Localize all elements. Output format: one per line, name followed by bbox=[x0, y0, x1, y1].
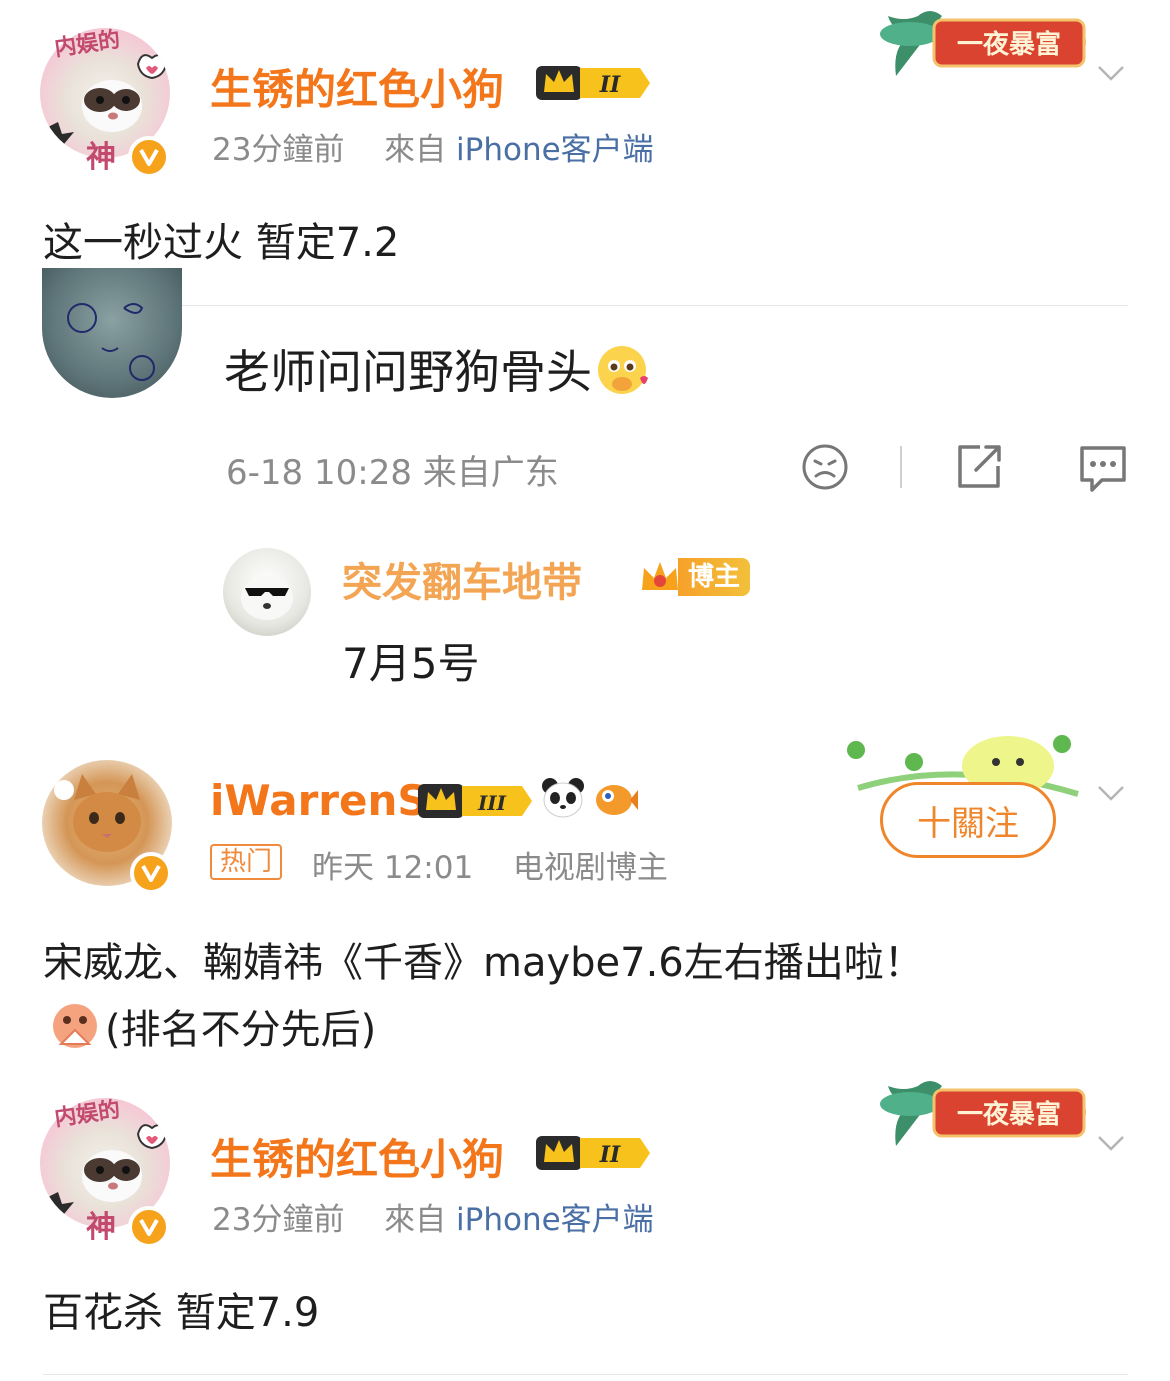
v-badge-icon bbox=[128, 1206, 170, 1248]
source-prefix: 來自 bbox=[384, 1202, 447, 1238]
share-icon[interactable] bbox=[954, 442, 1004, 492]
comment-meta: 6-18 10:28 来自广东 bbox=[226, 453, 559, 493]
blogger-badge-label: 博主 bbox=[678, 558, 751, 596]
avatar-frame-text: 神 bbox=[86, 140, 116, 175]
reply-text: 7月5号 bbox=[342, 639, 480, 688]
post-text-line1: 宋威龙、鞠婧祎《千香》maybe7.6左右播出啦！ bbox=[43, 940, 924, 986]
username[interactable]: iWarrenS bbox=[210, 776, 428, 825]
vip-rank-badge: II bbox=[536, 1136, 650, 1170]
post-text: 百花杀 暂定7.9 bbox=[43, 1290, 320, 1336]
commenter-avatar[interactable] bbox=[42, 268, 182, 398]
post-time: 昨天 12:01 bbox=[312, 850, 474, 886]
post-text: 这一秒过火 暂定7.2 bbox=[43, 220, 400, 266]
post-text-line2-wrap: (排名不分先后) bbox=[43, 996, 376, 1056]
doodle-illustration bbox=[67, 303, 155, 381]
chevron-down-icon[interactable] bbox=[1096, 58, 1126, 88]
hot-tag: 热门 bbox=[210, 844, 283, 880]
source-label: 电视剧博主 bbox=[512, 850, 668, 886]
v-badge-icon bbox=[128, 136, 170, 178]
comment-text-label: 老师问问野狗骨头 bbox=[224, 345, 592, 399]
chevron-down-icon[interactable] bbox=[1096, 1128, 1126, 1158]
blogger-badge: 博主 bbox=[636, 554, 756, 600]
source-prefix: 來自 bbox=[384, 132, 447, 168]
username[interactable]: 生锈的红色小狗 bbox=[210, 56, 504, 117]
chevron-down-icon[interactable] bbox=[1096, 778, 1126, 808]
comment-icon[interactable] bbox=[1076, 442, 1126, 492]
post-text-line2: (排名不分先后) bbox=[105, 1007, 377, 1053]
vip-rank-badge: II bbox=[536, 66, 650, 100]
post-meta: 23分鐘前 來自 iPhone客户端 bbox=[212, 124, 654, 169]
fish-icon bbox=[596, 785, 638, 815]
divider bbox=[43, 305, 1128, 306]
source-link[interactable]: iPhone客户端 bbox=[456, 1202, 654, 1238]
banner-text: 一夜暴富 bbox=[957, 29, 1061, 60]
vip-rank-badge: III bbox=[418, 784, 532, 818]
divider bbox=[43, 1374, 1128, 1375]
action-separator bbox=[900, 446, 902, 488]
dislike-icon[interactable] bbox=[800, 442, 850, 492]
panda-icon bbox=[542, 778, 584, 818]
post-time: 23分鐘前 bbox=[212, 1202, 345, 1238]
replier-avatar[interactable] bbox=[223, 548, 311, 636]
banner-text: 一夜暴富 bbox=[957, 1099, 1061, 1130]
post-meta: 昨天 12:01 电视剧博主 bbox=[312, 842, 668, 887]
fan-emoji-icon bbox=[53, 1004, 97, 1048]
comment-text: 老师问问野狗骨头 bbox=[224, 336, 654, 402]
banner-sticker[interactable]: 一夜暴富 bbox=[872, 4, 1102, 80]
source-link[interactable]: iPhone客户端 bbox=[456, 132, 654, 168]
username[interactable]: 生锈的红色小狗 bbox=[210, 1126, 504, 1187]
rank-label: II bbox=[599, 72, 621, 98]
blush-emoji-icon bbox=[598, 346, 648, 394]
reply-username[interactable]: 突发翻车地带 bbox=[342, 550, 582, 608]
avatar-frame-text: 神 bbox=[86, 1210, 116, 1245]
banner-sticker[interactable]: 一夜暴富 bbox=[872, 1074, 1102, 1150]
post-time: 23分鐘前 bbox=[212, 132, 345, 168]
v-badge-icon bbox=[130, 852, 172, 894]
dog-sunglasses-illustration bbox=[241, 576, 293, 620]
follow-button[interactable]: 十關注 bbox=[880, 782, 1056, 858]
rank-label: III bbox=[477, 791, 507, 815]
rank-label: II bbox=[599, 1142, 621, 1168]
post-meta: 23分鐘前 來自 iPhone客户端 bbox=[212, 1194, 654, 1239]
crown-icon bbox=[642, 562, 678, 590]
